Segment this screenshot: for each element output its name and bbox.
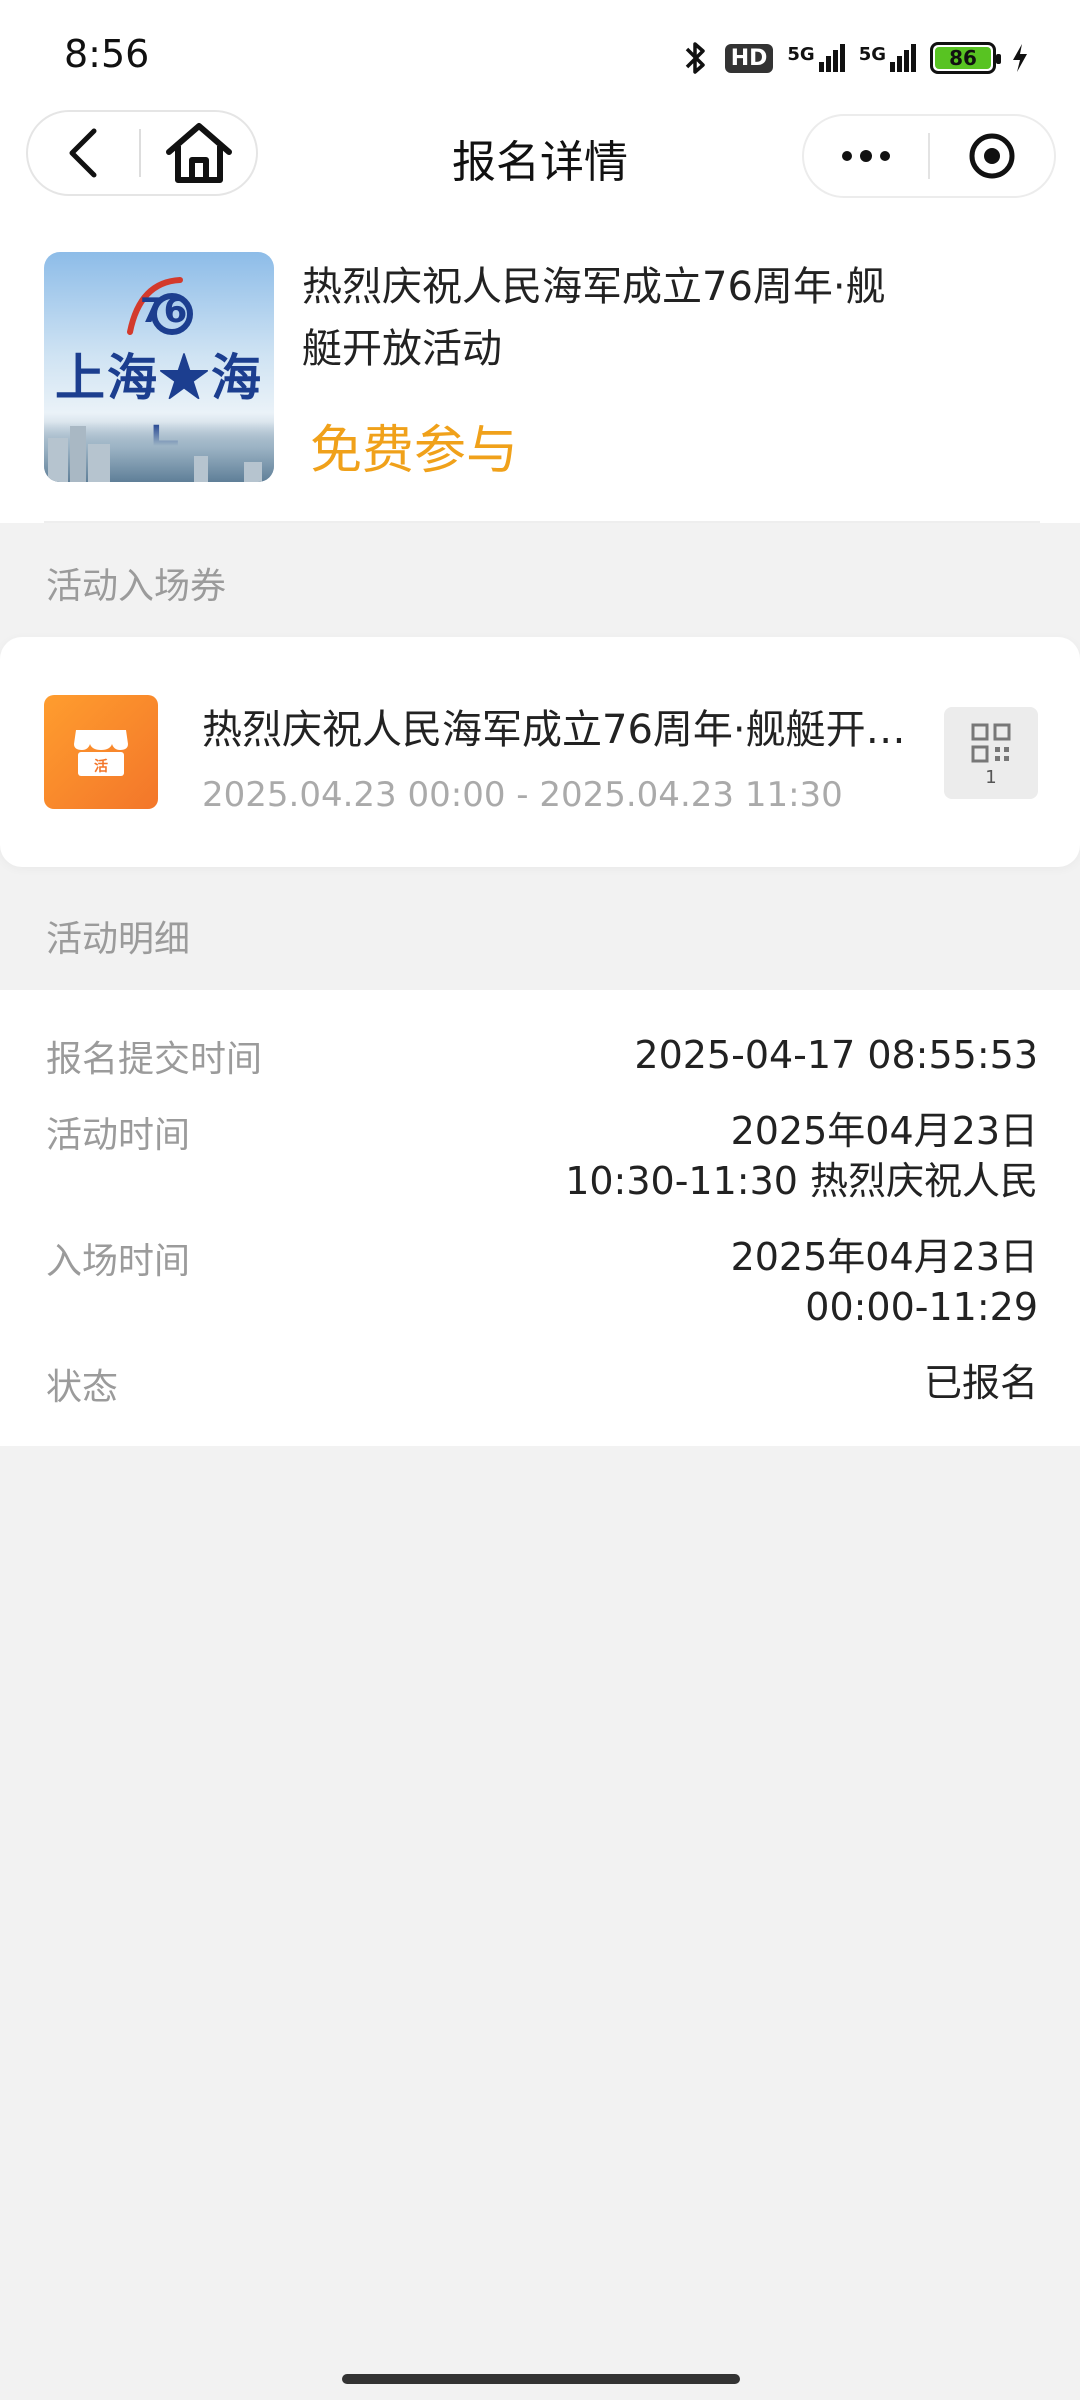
detail-key: 活动时间 — [46, 1115, 191, 1156]
detail-value: 2025年04月23日 00:00-11:29 — [730, 1235, 1038, 1329]
signal-icon-sim1: 5G — [787, 44, 845, 72]
ticket-card[interactable]: 活 热烈庆祝人民海军成立76周年·舰艇开放活动 2025.04.23 00:00… — [0, 637, 1080, 867]
hd-badge: HD — [724, 43, 774, 73]
detail-row-activity-time: 活动时间 2025年04月23日 10:30-11:30 热烈庆祝人民 — [46, 1106, 1038, 1206]
ticket-name: 热烈庆祝人民海军成立76周年·舰艇开放活动 — [202, 707, 942, 753]
svg-text:活: 活 — [94, 758, 108, 775]
detail-row-status: 状态 已报名 — [46, 1358, 1038, 1408]
detail-panel: 报名提交时间 2025-04-17 08:55:53 活动时间 2025年04月… — [0, 990, 1080, 1446]
detail-value: 2025-04-17 08:55:53 — [634, 1033, 1038, 1077]
svg-text:76: 76 — [140, 291, 187, 331]
status-time: 8:56 — [64, 32, 150, 76]
detail-key: 报名提交时间 — [46, 1039, 263, 1080]
status-value: 已报名 — [923, 1361, 1038, 1405]
event-price: 免费参与 — [310, 421, 519, 481]
charging-icon — [1013, 44, 1027, 72]
signal-icon-sim2: 5G — [859, 44, 916, 72]
event-thumbnail[interactable]: 76 上海★海上 — [44, 252, 274, 482]
qr-code-icon — [971, 723, 1011, 763]
divider — [44, 521, 1040, 523]
close-miniprogram-button[interactable] — [930, 114, 1054, 198]
ticket-time-range: 2025.04.23 00:00 - 2025.04.23 11:30 — [202, 775, 843, 815]
battery-level: 86 — [935, 47, 991, 69]
detail-row-submit-time: 报名提交时间 2025-04-17 08:55:53 — [46, 1030, 1038, 1080]
status-icons: HD 5G 5G 86 — [681, 36, 1030, 80]
thumbnail-cityscape — [44, 422, 274, 482]
detail-section-label: 活动明细 — [46, 919, 191, 960]
battery-icon: 86 — [930, 42, 1001, 74]
detail-key: 入场时间 — [46, 1241, 191, 1282]
target-icon — [969, 133, 1015, 179]
detail-row-entry-time: 入场时间 2025年04月23日 00:00-11:29 — [46, 1232, 1038, 1332]
nav-bar: 报名详情 — [0, 110, 1080, 210]
event-title: 热烈庆祝人民海军成立76周年·舰艇开放活动 — [302, 264, 886, 372]
detail-value: 2025年04月23日 10:30-11:30 热烈庆祝人民 — [565, 1109, 1038, 1203]
event-header: 76 上海★海上 热烈庆祝人民海军成立76周年·舰艇开放活动 免费参与 — [0, 210, 1080, 523]
ticket-section-label: 活动入场券 — [46, 566, 227, 607]
anniversary-badge-icon: 76 — [127, 277, 193, 335]
home-indicator[interactable] — [342, 2374, 740, 2384]
more-button[interactable] — [804, 114, 928, 198]
store-icon: 活 — [44, 695, 158, 809]
status-bar: 8:56 HD 5G 5G 86 — [0, 0, 1080, 110]
detail-key: 状态 — [46, 1367, 119, 1408]
qr-code-button[interactable]: 1 — [944, 707, 1038, 799]
more-icon — [842, 151, 852, 161]
nav-capsule-right — [802, 114, 1056, 198]
bluetooth-icon — [685, 42, 705, 74]
qr-ticket-count: 1 — [985, 767, 997, 788]
